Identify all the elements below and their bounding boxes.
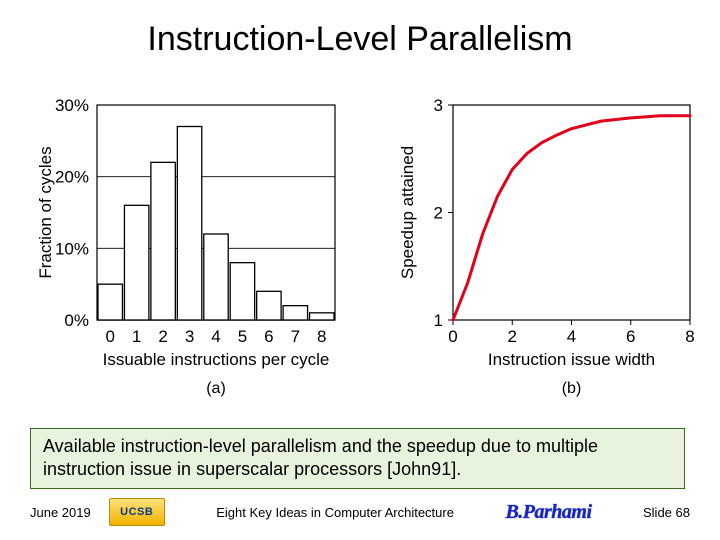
svg-text:Fraction of cycles: Fraction of cycles <box>36 146 55 278</box>
svg-text:Instruction issue width: Instruction issue width <box>488 350 655 369</box>
svg-text:20%: 20% <box>55 168 89 187</box>
footer-slide-number: Slide 68 <box>643 505 690 520</box>
svg-text:8: 8 <box>317 327 326 346</box>
ucsb-logo: UCSB <box>109 498 165 526</box>
svg-text:2: 2 <box>508 327 517 346</box>
svg-text:0: 0 <box>448 327 457 346</box>
svg-text:4: 4 <box>211 327 220 346</box>
chart-a: 0% 10% 20% 30% 012345678 Issuable instruction… <box>35 95 335 395</box>
caption: Available instruction-level parallelism … <box>30 428 685 489</box>
svg-text:1: 1 <box>132 327 141 346</box>
svg-text:10%: 10% <box>55 239 89 258</box>
svg-text:8: 8 <box>685 327 694 346</box>
svg-text:2: 2 <box>434 204 443 223</box>
svg-text:0%: 0% <box>64 311 89 330</box>
svg-text:1: 1 <box>434 311 443 330</box>
svg-text:6: 6 <box>264 327 273 346</box>
svg-text:(b): (b) <box>562 380 582 397</box>
svg-text:Speedup attained: Speedup attained <box>398 146 417 279</box>
charts-row: 0%10%20%30%012345678Issuable instruction… <box>35 95 695 395</box>
footer-center: Eight Key Ideas in Computer Architecture <box>216 505 454 520</box>
svg-text:(a): (a) <box>206 380 226 397</box>
svg-text:3: 3 <box>185 327 194 346</box>
svg-text:3: 3 <box>434 96 443 115</box>
svg-text:30%: 30% <box>55 96 89 115</box>
footer: June 2019 UCSB Eight Key Ideas in Comput… <box>0 494 720 530</box>
slide-title: Instruction-Level Parallelism <box>0 20 720 59</box>
svg-text:2: 2 <box>158 327 167 346</box>
chart-b: 1 2 3 0 2 4 6 8 Instruction issue width Speedup a… <box>395 95 695 395</box>
svg-text:0: 0 <box>105 327 114 346</box>
footer-author: B.Parhami <box>505 501 591 524</box>
svg-text:6: 6 <box>626 327 635 346</box>
footer-date: June 2019 <box>30 505 91 520</box>
svg-text:Issuable instructions per cycl: Issuable instructions per cycle <box>103 350 330 369</box>
svg-text:4: 4 <box>567 327 576 346</box>
svg-text:7: 7 <box>291 327 300 346</box>
svg-text:5: 5 <box>238 327 247 346</box>
